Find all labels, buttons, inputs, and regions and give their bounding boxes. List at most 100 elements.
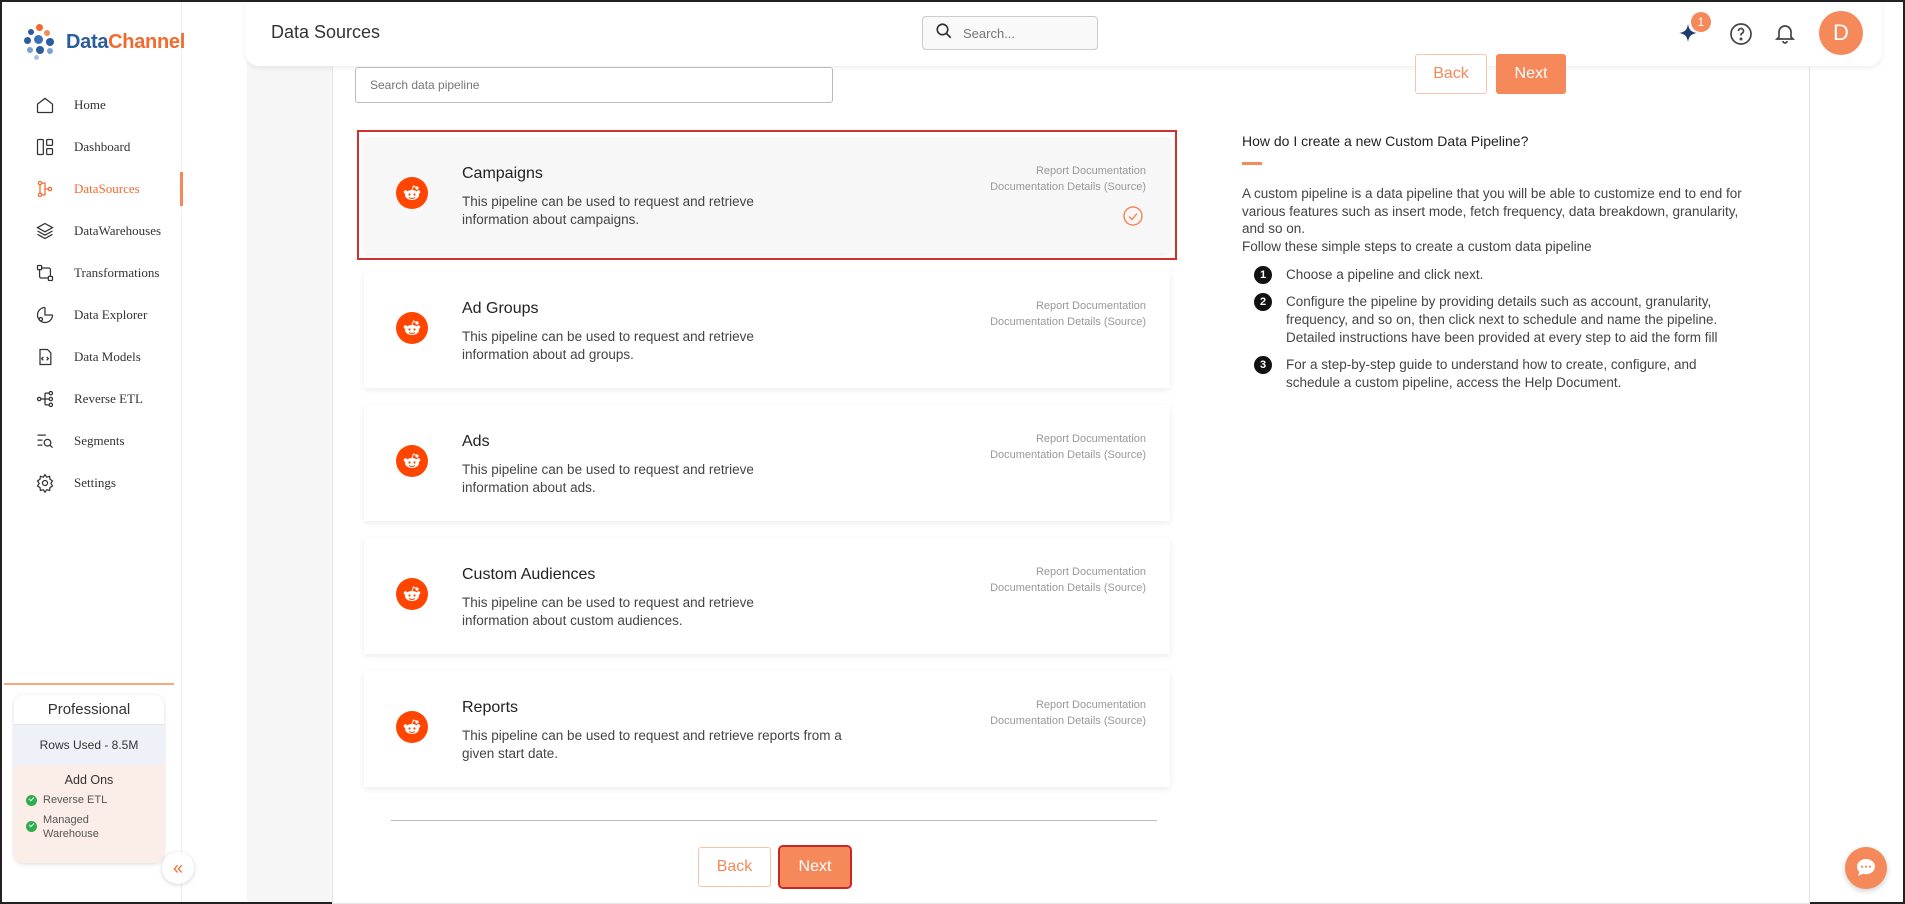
help-intro-followup: Follow these simple steps to create a cu…	[1242, 238, 1592, 254]
sidebar-item-dashboard[interactable]: Dashboard	[2, 126, 182, 168]
top-bar: Data Sources 1 D	[245, 2, 1882, 66]
bell-icon[interactable]	[1773, 21, 1797, 45]
sidebar-item-label: DataSources	[74, 181, 140, 196]
data-models-icon	[34, 346, 56, 368]
sidebar-item-label: Reverse ETL	[74, 391, 143, 406]
pipeline-description: This pipeline can be used to request and…	[462, 728, 842, 761]
chat-bubble-icon	[1857, 859, 1875, 876]
brand-logo[interactable]: DataChannel	[22, 24, 185, 60]
help-title-underline	[1242, 162, 1262, 165]
sidebar-item-data-explorer[interactable]: Data Explorer	[2, 294, 182, 336]
step-number: 2	[1254, 293, 1272, 311]
help-steps: 1 Choose a pipeline and click next. 2 Co…	[1254, 266, 1744, 401]
pipeline-card-campaigns[interactable]: Campaigns This pipeline can be used to r…	[357, 130, 1177, 260]
global-search-input[interactable]	[963, 25, 1083, 41]
sidebar-item-label: Segments	[74, 433, 125, 448]
sidebar-item-label: Data Explorer	[74, 307, 148, 322]
help-icon[interactable]	[1729, 22, 1753, 46]
help-step: 1 Choose a pipeline and click next.	[1254, 266, 1744, 284]
reddit-logo-icon	[396, 578, 428, 610]
pipeline-search-input[interactable]	[370, 78, 810, 92]
documentation-details-link[interactable]: Documentation Details (Source)	[990, 179, 1146, 195]
reddit-logo-icon	[396, 711, 428, 743]
avatar[interactable]: D	[1819, 11, 1863, 55]
transformations-icon	[34, 262, 56, 284]
documentation-details-link[interactable]: Documentation Details (Source)	[990, 314, 1146, 330]
next-button-bottom[interactable]: Next	[778, 845, 852, 889]
report-documentation-link[interactable]: Report Documentation	[990, 697, 1146, 713]
sidebar-item-label: Data Models	[74, 349, 141, 364]
pipeline-description: This pipeline can be used to request and…	[462, 329, 754, 362]
sidebar-item-datasources[interactable]: DataSources	[2, 168, 183, 210]
sidebar-item-label: Dashboard	[74, 139, 131, 154]
pipeline-links: Report Documentation Documentation Detai…	[990, 697, 1146, 729]
global-search[interactable]	[922, 16, 1098, 50]
collapse-sidebar-button[interactable]: «	[162, 852, 194, 884]
sidebar-item-transformations[interactable]: Transformations	[2, 252, 182, 294]
help-title: How do I create a new Custom Data Pipeli…	[1242, 133, 1529, 149]
documentation-details-link[interactable]: Documentation Details (Source)	[990, 580, 1146, 596]
back-button-top[interactable]: Back	[1415, 54, 1487, 94]
back-button-bottom[interactable]: Back	[698, 847, 771, 887]
sidebar-item-datawarehouses[interactable]: DataWarehouses	[2, 210, 182, 252]
pipeline-title: Custom Audiences	[462, 566, 596, 583]
pipeline-title: Ads	[462, 433, 490, 450]
next-button-top[interactable]: Next	[1496, 54, 1566, 94]
sidebar-item-reverse-etl[interactable]: Reverse ETL	[2, 378, 182, 420]
report-documentation-link[interactable]: Report Documentation	[990, 431, 1146, 447]
data-explorer-icon	[34, 304, 56, 326]
datawarehouses-icon	[34, 220, 56, 242]
sidebar-item-data-models[interactable]: Data Models	[2, 336, 182, 378]
step-text: Choose a pipeline and click next.	[1286, 267, 1484, 282]
help-intro: A custom pipeline is a data pipeline tha…	[1242, 185, 1742, 255]
datachannel-logo-icon	[22, 24, 58, 60]
sidebar-item-label: Home	[74, 97, 106, 112]
brand-name-part2: Channel	[108, 30, 185, 53]
dashboard-icon	[34, 136, 56, 158]
datasources-icon	[34, 178, 56, 200]
brand-name: DataChannel	[66, 31, 185, 54]
documentation-details-link[interactable]: Documentation Details (Source)	[990, 447, 1146, 463]
step-number: 3	[1254, 356, 1272, 374]
report-documentation-link[interactable]: Report Documentation	[990, 163, 1146, 179]
addon-label: Reverse ETL	[43, 794, 108, 806]
pipeline-links: Report Documentation Documentation Detai…	[990, 298, 1146, 330]
search-icon	[935, 22, 953, 45]
double-chevron-left-icon: «	[172, 857, 183, 878]
step-number: 1	[1254, 266, 1272, 284]
step-text: Configure the pipeline by providing deta…	[1286, 294, 1718, 345]
page-title: Data Sources	[271, 22, 381, 42]
pipeline-links: Report Documentation Documentation Detai…	[990, 564, 1146, 596]
notification-badge: 1	[1691, 12, 1711, 32]
pipeline-title: Campaigns	[462, 165, 543, 182]
pipeline-card-custom-audiences[interactable]: Custom Audiences This pipeline can be us…	[364, 538, 1170, 654]
reddit-logo-icon	[396, 445, 428, 477]
sidebar-item-segments[interactable]: Segments	[2, 420, 182, 462]
report-documentation-link[interactable]: Report Documentation	[990, 298, 1146, 314]
step-text: For a step-by-step guide to understand h…	[1286, 357, 1697, 390]
addons-section: Add Ons Reverse ETL Managed Warehouse	[14, 765, 164, 863]
pipeline-description: This pipeline can be used to request and…	[462, 194, 754, 227]
chat-support-button[interactable]	[1845, 847, 1887, 889]
pipeline-card-reports[interactable]: Reports This pipeline can be used to req…	[364, 671, 1170, 787]
documentation-details-link[interactable]: Documentation Details (Source)	[990, 713, 1146, 729]
help-intro-text: A custom pipeline is a data pipeline tha…	[1242, 186, 1742, 236]
pipeline-title: Ad Groups	[462, 300, 539, 317]
sidebar: DataChannel Home Dashboard DataSources D…	[2, 2, 185, 902]
addons-title: Add Ons	[64, 773, 114, 787]
pipeline-card-ads[interactable]: Ads This pipeline can be used to request…	[364, 405, 1170, 521]
report-documentation-link[interactable]: Report Documentation	[990, 564, 1146, 580]
sidebar-divider	[4, 683, 174, 685]
pipeline-search[interactable]	[355, 67, 833, 103]
pipeline-description: This pipeline can be used to request and…	[462, 595, 754, 628]
segments-icon	[34, 430, 56, 452]
pipeline-title: Reports	[462, 699, 519, 716]
check-circle-icon	[26, 795, 37, 806]
selected-check-icon	[1122, 205, 1144, 227]
pipeline-card-ad-groups[interactable]: Ad Groups This pipeline can be used to r…	[364, 272, 1170, 388]
sidebar-item-settings[interactable]: Settings	[2, 462, 182, 504]
sidebar-item-home[interactable]: Home	[2, 84, 182, 126]
check-circle-icon	[26, 821, 37, 832]
content-divider	[391, 820, 1157, 821]
sidebar-item-label: Settings	[74, 475, 116, 490]
